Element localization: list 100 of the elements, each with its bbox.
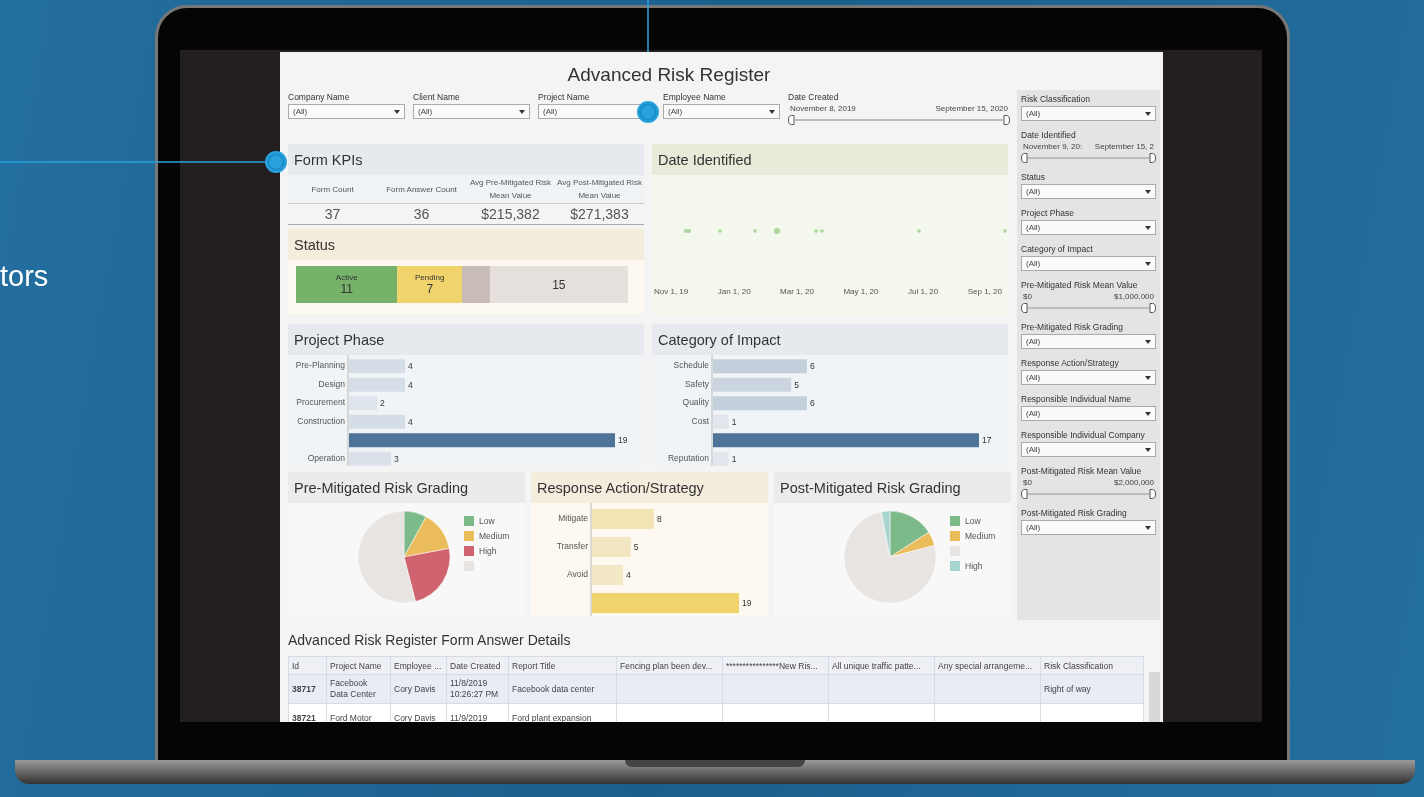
slider-handle-icon[interactable] bbox=[1003, 115, 1010, 125]
dashboard-title: Advanced Risk Register bbox=[566, 63, 772, 86]
table-cell: 11/9/2019 bbox=[450, 712, 488, 722]
slider-handle-icon[interactable] bbox=[1149, 153, 1156, 163]
leader-line bbox=[647, 0, 649, 52]
column-header[interactable]: All unique traffic patte... bbox=[828, 656, 935, 675]
panel-title: Pre-Mitigated Risk Grading bbox=[288, 472, 525, 503]
bar-value-label: 2 bbox=[380, 398, 385, 409]
dropdown-field[interactable]: (All) bbox=[1021, 334, 1156, 349]
column-header[interactable]: Report Title bbox=[508, 656, 617, 675]
column-header[interactable]: Project Name bbox=[326, 656, 391, 675]
caret-icon bbox=[1145, 111, 1151, 116]
range-max-value: September 15, 2020 bbox=[935, 104, 1008, 113]
filter-label: Pre-Mitigated Risk Mean Value bbox=[1021, 280, 1139, 290]
axis-label: Mar 1, 20 bbox=[780, 287, 814, 296]
category-label: Transfer bbox=[556, 541, 588, 551]
filter-label: Client Name bbox=[413, 92, 461, 102]
legend-label: Medium bbox=[479, 530, 510, 541]
column-header[interactable]: Id bbox=[288, 656, 327, 675]
panel-title: Project Phase bbox=[288, 324, 644, 355]
dropdown-field[interactable]: (All) bbox=[1021, 442, 1156, 457]
category-label: Avoid bbox=[566, 569, 588, 579]
filter-label: Date Identified bbox=[1021, 130, 1077, 140]
category-label: Cost bbox=[691, 415, 709, 426]
filter-label: Project Name bbox=[538, 92, 591, 102]
category-label: Construction bbox=[297, 415, 345, 426]
filter-label: Company Name bbox=[288, 92, 351, 102]
dropdown-field[interactable]: (All) bbox=[1021, 106, 1156, 121]
segment-value: 15 bbox=[552, 277, 566, 292]
table-cell: Right of way bbox=[1044, 683, 1091, 694]
caret-icon bbox=[1145, 375, 1151, 380]
filter-label: Responsible Individual Company bbox=[1021, 430, 1146, 440]
range-min-value: November 8, 2019 bbox=[790, 104, 856, 113]
kpi-header: Avg Pre-Mitigated Risk Mean Value bbox=[466, 175, 555, 204]
scrollbar[interactable] bbox=[1149, 672, 1160, 722]
filter-label: Project Phase bbox=[1021, 208, 1075, 218]
slider-handle-icon[interactable] bbox=[1149, 489, 1156, 499]
range-min-value: $0 bbox=[1023, 292, 1032, 301]
legend-label: High bbox=[479, 545, 497, 556]
bar-value-label: 4 bbox=[408, 416, 413, 427]
slider-handle-icon[interactable] bbox=[1021, 153, 1028, 163]
dropdown-field[interactable]: (All) bbox=[1021, 406, 1156, 421]
column-header[interactable]: Risk Classification bbox=[1040, 656, 1144, 675]
bar-value-label: 17 bbox=[982, 435, 992, 446]
column-header[interactable]: Date Created bbox=[446, 656, 509, 675]
axis-label: Sep 1, 20 bbox=[967, 287, 1002, 296]
category-label: Operation bbox=[307, 452, 345, 463]
filter-label: Responsible Individual Name bbox=[1021, 394, 1133, 404]
dropdown-field[interactable]: (All) bbox=[663, 104, 780, 119]
bar-value-label: 6 bbox=[809, 361, 815, 372]
caret-icon bbox=[1145, 261, 1151, 266]
bar bbox=[592, 537, 631, 557]
dropdown-field[interactable]: (All) bbox=[1021, 370, 1156, 385]
dropdown-field[interactable]: (All) bbox=[413, 104, 530, 119]
column-header[interactable]: ****************New Ris... bbox=[722, 656, 829, 675]
filter-label: Post-Mitigated Risk Grading bbox=[1021, 508, 1128, 518]
axis-label: Nov 1, 19 bbox=[654, 287, 689, 296]
bar bbox=[349, 414, 405, 429]
caret-icon bbox=[1145, 411, 1151, 416]
table-cell: Facebook data center bbox=[512, 683, 595, 694]
caret-icon bbox=[1145, 189, 1151, 194]
caret-icon bbox=[769, 109, 775, 114]
table-cell: 38721 bbox=[292, 712, 316, 722]
segment-value: 7 bbox=[426, 282, 434, 296]
axis-label: Jul 1, 20 bbox=[908, 287, 939, 296]
kpi-header: Form Answer Count bbox=[377, 175, 466, 204]
range-min-value: $0 bbox=[1023, 478, 1032, 487]
bar-value-label: 5 bbox=[794, 379, 799, 390]
table-cell: 11/8/2019 10:26:27 PM bbox=[450, 678, 499, 699]
caret-icon bbox=[1145, 339, 1151, 344]
segment-label: Active bbox=[335, 273, 358, 282]
column-header[interactable]: Fencing plan been dev... bbox=[616, 656, 723, 675]
bar bbox=[349, 359, 405, 374]
slider-handle-icon[interactable] bbox=[1021, 303, 1028, 313]
column-header[interactable]: Any special arrangeme... bbox=[934, 656, 1041, 675]
filter-label: Pre-Mitigated Risk Grading bbox=[1021, 322, 1125, 332]
category-label: Procurement bbox=[296, 397, 345, 408]
category-label: Reputation bbox=[667, 452, 709, 463]
legend-label: Low bbox=[965, 515, 981, 526]
column-header[interactable]: Employee ... bbox=[390, 656, 447, 675]
dropdown-field[interactable]: (All) bbox=[1021, 520, 1156, 535]
dropdown-field[interactable]: (All) bbox=[288, 104, 405, 119]
dropdown-field[interactable]: (All) bbox=[1021, 256, 1156, 271]
bar bbox=[713, 451, 729, 466]
bar-value-label: 5 bbox=[633, 542, 639, 552]
bar-value-label: 6 bbox=[809, 398, 815, 409]
table-cell: Cory Davis bbox=[394, 683, 436, 694]
bar bbox=[592, 509, 654, 529]
bar-value-label: 19 bbox=[742, 598, 752, 608]
slider-handle-icon[interactable] bbox=[1149, 303, 1156, 313]
table-cell: Ford Motor bbox=[330, 712, 372, 722]
caret-icon bbox=[1145, 447, 1151, 452]
caret-icon bbox=[1145, 225, 1151, 230]
dropdown-field[interactable]: (All) bbox=[1021, 184, 1156, 199]
slider-handle-icon[interactable] bbox=[788, 115, 795, 125]
dropdown-field[interactable]: (All) bbox=[1021, 220, 1156, 235]
bar bbox=[592, 565, 623, 585]
caret-icon bbox=[1145, 525, 1151, 530]
filter-label: Response Action/Strategy bbox=[1021, 358, 1120, 368]
slider-handle-icon[interactable] bbox=[1021, 489, 1028, 499]
